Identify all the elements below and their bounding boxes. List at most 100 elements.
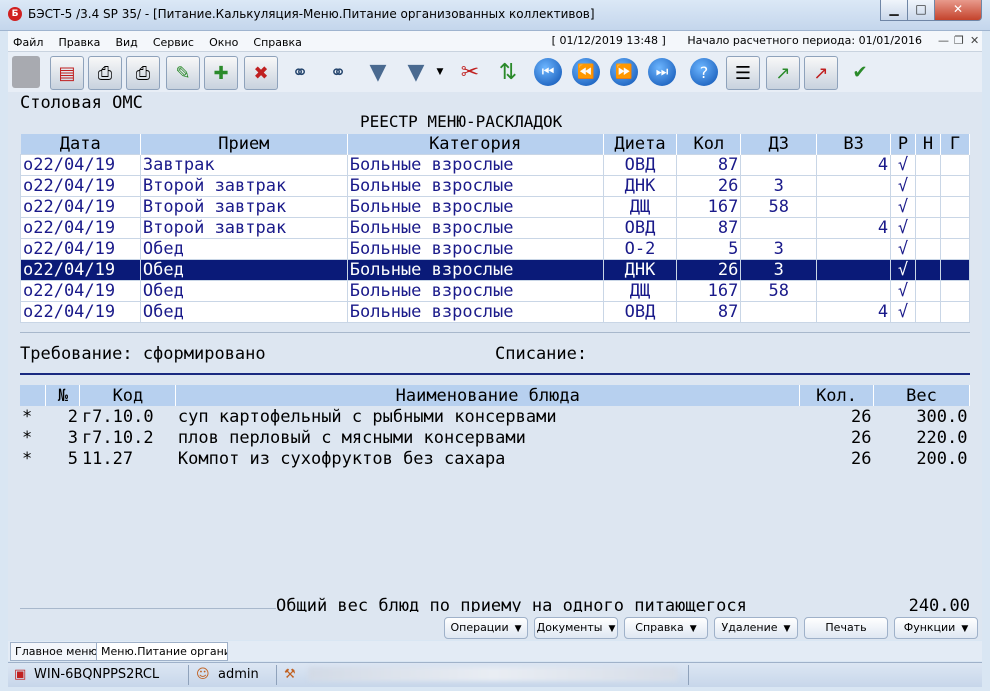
help-button[interactable]: Справка ▼ <box>624 617 708 639</box>
table-row[interactable]: о22/04/19 Обед Больные взрослые ДНК 26 3 √ <box>20 259 971 281</box>
cell-category[interactable]: Больные взрослые <box>346 154 604 176</box>
cell-category[interactable]: Больные взрослые <box>346 259 604 281</box>
cell-g[interactable] <box>939 175 971 197</box>
table-row[interactable]: о22/04/19 Обед Больные взрослые О-2 5 3 √ <box>20 238 971 260</box>
cell-diet[interactable]: ДНК <box>602 175 678 197</box>
column-header-quantity[interactable]: Кол. <box>799 385 875 406</box>
cell-r[interactable]: √ <box>890 280 917 302</box>
table-row[interactable]: * 3 г7.10.2 плов перловый с мясными консерв… <box>20 427 970 448</box>
column-header-meal[interactable]: Прием <box>140 134 348 155</box>
column-header-dish-name[interactable]: Наименование блюда <box>175 385 801 406</box>
clear-filter-icon[interactable]: ✂ <box>454 56 486 88</box>
mdi-restore-icon[interactable]: ❐ <box>954 34 964 47</box>
add-row-icon[interactable]: ✚ <box>204 56 238 90</box>
operations-button[interactable]: Операции ▼ <box>444 617 528 639</box>
cell-n[interactable] <box>915 301 941 323</box>
filter-icon[interactable]: ▼ <box>362 56 394 88</box>
cell-n[interactable] <box>915 280 941 302</box>
column-header-n[interactable]: Н <box>915 134 941 155</box>
delete-button[interactable]: Удаление ▼ <box>714 617 798 639</box>
document-icon[interactable]: ▤ <box>50 56 84 90</box>
cell-g[interactable] <box>939 154 971 176</box>
cell-vz[interactable] <box>816 259 892 281</box>
cell-r[interactable]: √ <box>890 301 917 323</box>
column-header-g[interactable]: Г <box>940 134 971 155</box>
cell-r[interactable]: √ <box>890 196 917 218</box>
last-record-icon[interactable]: ⏭ <box>648 58 676 86</box>
cell-vz[interactable] <box>816 238 892 260</box>
cell-vz[interactable]: 4 <box>816 301 892 323</box>
column-header-number[interactable]: № <box>45 385 81 406</box>
cell-g[interactable] <box>939 280 971 302</box>
cell-qty[interactable]: 87 <box>676 154 742 176</box>
column-header-weight[interactable]: Вес <box>873 385 970 406</box>
cell-r[interactable]: √ <box>890 238 917 260</box>
cell-diet[interactable]: ДЩ <box>602 280 678 302</box>
cell-r[interactable]: √ <box>890 154 917 176</box>
documents-button[interactable]: Документы ▼ <box>534 617 618 639</box>
maximize-icon[interactable]: □ <box>907 0 935 21</box>
cell-diet[interactable]: ОВД <box>602 217 678 239</box>
table-row[interactable]: о22/04/19 Второй завтрак Больные взрослые Д… <box>20 196 971 218</box>
edit-doc-icon[interactable]: ✎ <box>166 56 200 90</box>
menu-view[interactable]: Вид <box>110 33 142 52</box>
cell-diet[interactable]: ОВД <box>602 301 678 323</box>
report-icon[interactable]: ☰ <box>726 56 760 90</box>
cell-n[interactable] <box>915 154 941 176</box>
cell-g[interactable] <box>939 238 971 260</box>
cell-qty[interactable]: 26 <box>676 259 742 281</box>
sort-icon[interactable]: ⇅ <box>492 56 524 88</box>
cell-vz[interactable]: 4 <box>816 217 892 239</box>
table-row[interactable]: о22/04/19 Завтрак Больные взрослые ОВД 87 4 √ <box>20 154 971 176</box>
cell-diet[interactable]: ДНК <box>602 259 678 281</box>
table-row[interactable]: о22/04/19 Второй завтрак Больные взрослые О… <box>20 217 971 239</box>
table-row[interactable]: о22/04/19 Обед Больные взрослые ДЩ 167 58 √ <box>20 280 971 302</box>
cell-vz[interactable] <box>816 175 892 197</box>
column-header-r[interactable]: Р <box>890 134 917 155</box>
cell-category[interactable]: Больные взрослые <box>346 238 604 260</box>
prev-record-icon[interactable]: ⏪ <box>572 58 600 86</box>
cell-dz[interactable] <box>740 217 818 239</box>
cell-n[interactable] <box>915 196 941 218</box>
column-header-date[interactable]: Дата <box>20 134 141 155</box>
cell-diet[interactable]: ОВД <box>602 154 678 176</box>
filter-dropdown-icon[interactable]: ▼ <box>400 56 432 88</box>
cell-meal[interactable]: Обед <box>139 280 348 302</box>
cell-qty[interactable]: 87 <box>676 301 742 323</box>
help-icon[interactable]: ? <box>690 58 718 86</box>
cell-n[interactable] <box>915 217 941 239</box>
cell-date[interactable]: о22/04/19 <box>20 280 141 302</box>
minimize-icon[interactable]: ▁ <box>880 0 908 21</box>
close-icon[interactable]: ✕ <box>934 0 982 21</box>
cell-dz[interactable]: 3 <box>740 238 818 260</box>
cell-meal[interactable]: Обед <box>139 301 348 323</box>
table-row[interactable]: о22/04/19 Обед Больные взрослые ОВД 87 4 √ <box>20 301 971 323</box>
tab-menu-nutrition[interactable]: Меню.Питание организ <box>96 642 228 661</box>
cell-dz[interactable]: 3 <box>740 259 818 281</box>
column-header-qty[interactable]: Кол <box>676 134 742 155</box>
cell-r[interactable]: √ <box>890 175 917 197</box>
cell-meal[interactable]: Второй завтрак <box>139 217 348 239</box>
menu-help[interactable]: Справка <box>248 33 306 52</box>
table-row[interactable]: * 2 г7.10.0 суп картофельный с рыбными конс… <box>20 406 970 427</box>
cell-category[interactable]: Больные взрослые <box>346 301 604 323</box>
printer-icon[interactable]: ⎙ <box>88 56 122 90</box>
first-record-icon[interactable]: ⏮ <box>534 58 562 86</box>
cell-category[interactable]: Больные взрослые <box>346 175 604 197</box>
menu-edit[interactable]: Правка <box>53 33 105 52</box>
cell-category[interactable]: Больные взрослые <box>346 196 604 218</box>
menu-window[interactable]: Окно <box>204 33 243 52</box>
cell-diet[interactable]: ДЩ <box>602 196 678 218</box>
cell-qty[interactable]: 167 <box>676 280 742 302</box>
gray-block-icon[interactable] <box>12 56 40 88</box>
check-doc-icon[interactable]: ✔ <box>844 56 876 88</box>
functions-button[interactable]: Функции ▼ <box>894 617 978 639</box>
cell-n[interactable] <box>915 238 941 260</box>
chevron-down-icon[interactable]: ▼ <box>434 56 446 88</box>
cell-g[interactable] <box>939 217 971 239</box>
cell-qty[interactable]: 5 <box>676 238 742 260</box>
column-header-code[interactable]: Код <box>79 385 177 406</box>
cell-date[interactable]: о22/04/19 <box>20 301 141 323</box>
cell-meal[interactable]: Второй завтрак <box>139 175 348 197</box>
menu-file[interactable]: Файл <box>8 33 48 52</box>
